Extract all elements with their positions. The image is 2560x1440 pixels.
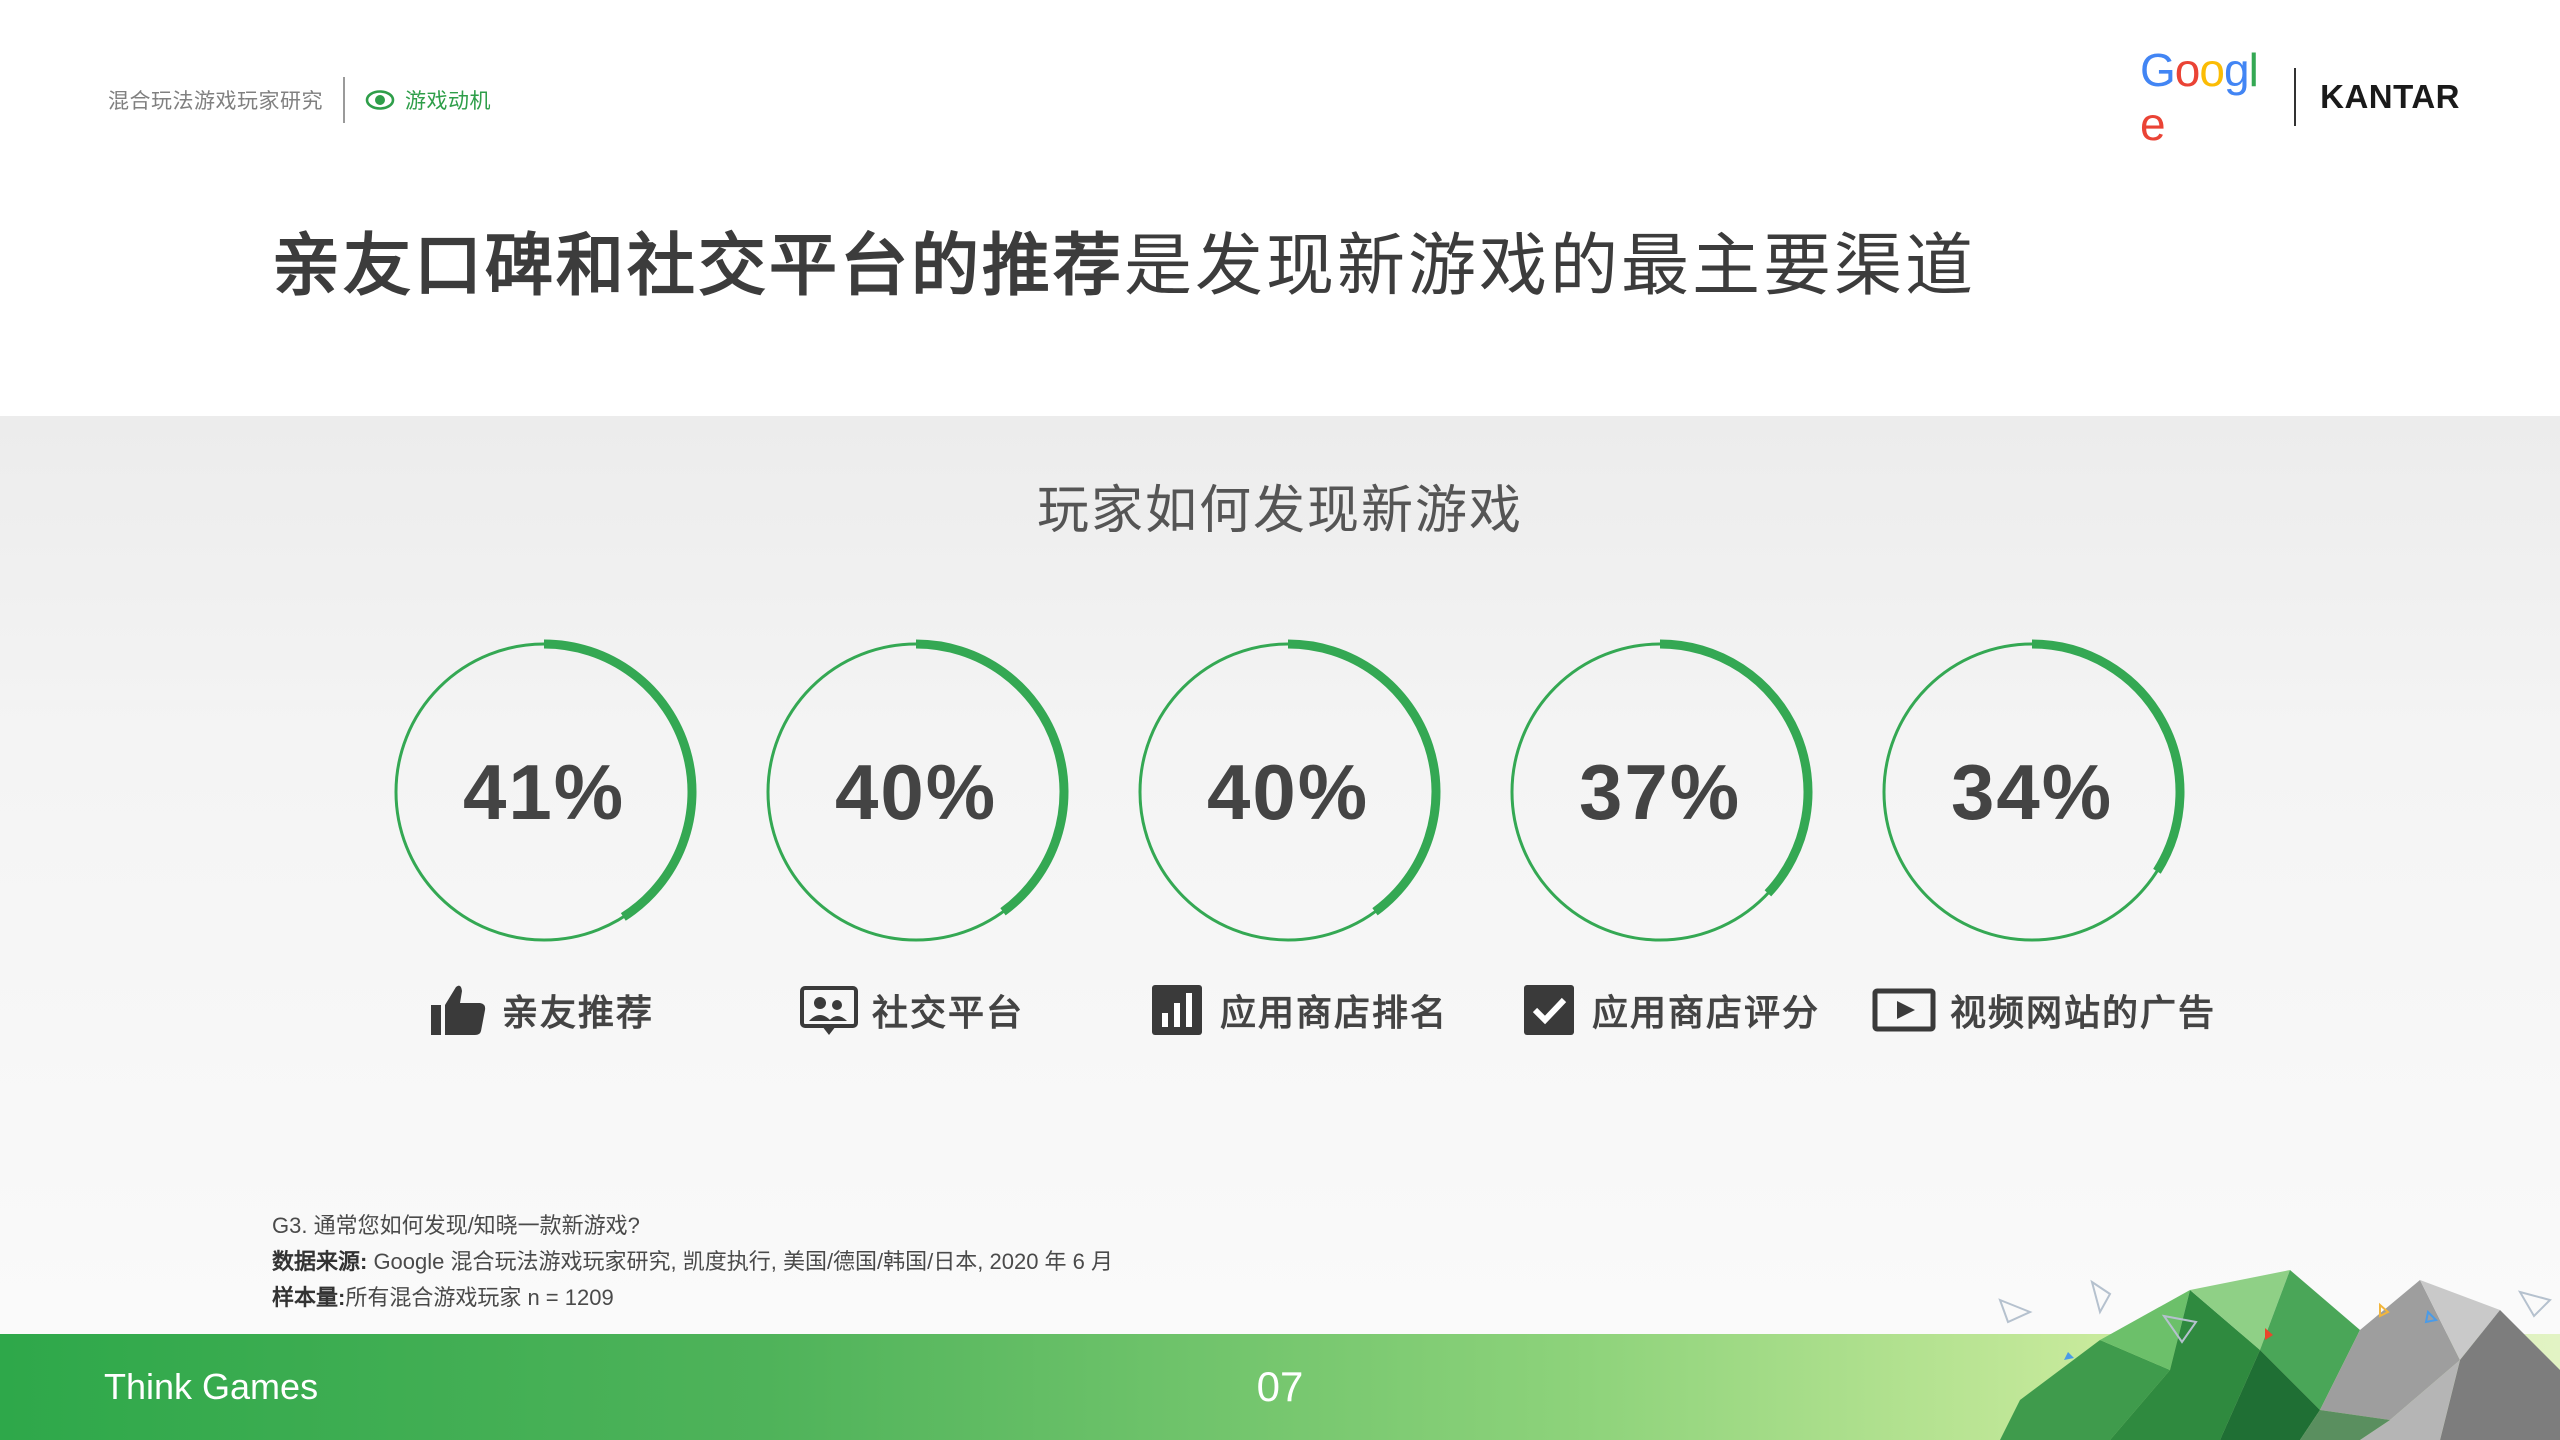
page-title: 亲友口碑和社交平台的推荐是发现新游戏的最主要渠道 bbox=[272, 210, 1976, 309]
metric-label-text: 视频网站的广告 bbox=[1950, 992, 2217, 1033]
metric-label-text: 应用商店评分 bbox=[1592, 992, 1821, 1033]
survey-question: G3. 通常您如何发现/知晓一款新游戏? bbox=[272, 1213, 640, 1238]
sample-size: 样本量:所有混合游戏玩家 n = 1209 bbox=[272, 1280, 1113, 1316]
data-source-text: Google 混合玩法游戏玩家研究, 凯度执行, 美国/德国/韩国/日本, 20… bbox=[367, 1249, 1114, 1274]
metric-ring-2: 40% bbox=[756, 632, 1076, 952]
page-title-highlight: 亲友口碑和社交平台的推荐 bbox=[272, 228, 1125, 304]
metric-label-text: 社交平台 bbox=[872, 992, 1025, 1033]
bar-chart-icon bbox=[1152, 985, 1202, 1035]
header-divider bbox=[343, 77, 345, 123]
eye-icon bbox=[365, 90, 395, 110]
low-poly-decoration bbox=[1998, 1270, 2560, 1440]
metric-value: 34% bbox=[1950, 747, 2114, 836]
sample-size-label: 样本量: bbox=[272, 1285, 346, 1310]
metric-label-text: 应用商店排名 bbox=[1220, 992, 1449, 1033]
metric-value: 40% bbox=[1206, 747, 1370, 836]
google-logo: Google bbox=[2140, 44, 2259, 150]
metric-label-video-ads: 视频网站的广告 bbox=[1870, 975, 2216, 1045]
video-play-icon bbox=[1872, 988, 1936, 1032]
metric-label-store-rating: 应用商店评分 bbox=[1518, 975, 1820, 1045]
metric-ring-4: 37% bbox=[1500, 632, 1820, 952]
metric-value: 40% bbox=[834, 747, 998, 836]
metric-ring-5: 34% bbox=[1872, 632, 2192, 952]
metric-label-text: 亲友推荐 bbox=[502, 992, 655, 1033]
logo-divider bbox=[2294, 68, 2297, 126]
checkbox-icon bbox=[1524, 985, 1574, 1035]
metric-ring-3: 40% bbox=[1128, 632, 1448, 952]
data-source: 数据来源: Google 混合玩法游戏玩家研究, 凯度执行, 美国/德国/韩国/… bbox=[272, 1244, 1113, 1280]
sample-size-text: 所有混合游戏玩家 n = 1209 bbox=[345, 1285, 614, 1310]
metric-label-social: 社交平台 bbox=[798, 975, 1024, 1045]
metric-label-store-ranking: 应用商店排名 bbox=[1146, 975, 1448, 1045]
social-people-icon bbox=[800, 986, 858, 1035]
kantar-logo: KANTAR bbox=[2320, 78, 2460, 115]
metric-ring-1: 41% bbox=[384, 632, 704, 952]
metric-value: 37% bbox=[1578, 747, 1742, 836]
thumbs-up-icon bbox=[431, 985, 486, 1035]
study-title: 混合玩法游戏玩家研究 bbox=[108, 90, 323, 113]
partner-logos: Google KANTAR bbox=[2140, 44, 2460, 150]
section-subtitle: 玩家如何发现新游戏 bbox=[1036, 482, 1523, 540]
page-title-rest: 是发现新游戏的最主要渠道 bbox=[1124, 228, 1977, 304]
data-source-label: 数据来源: bbox=[272, 1249, 368, 1274]
metric-label-friends: 亲友推荐 bbox=[428, 975, 654, 1045]
section-label: 游戏动机 bbox=[405, 90, 491, 113]
metric-value: 41% bbox=[462, 747, 626, 836]
header-breadcrumb: 混合玩法游戏玩家研究 游戏动机 bbox=[108, 77, 491, 123]
footnotes: G3. 通常您如何发现/知晓一款新游戏? 数据来源: Google 混合玩法游戏… bbox=[272, 1208, 1113, 1316]
